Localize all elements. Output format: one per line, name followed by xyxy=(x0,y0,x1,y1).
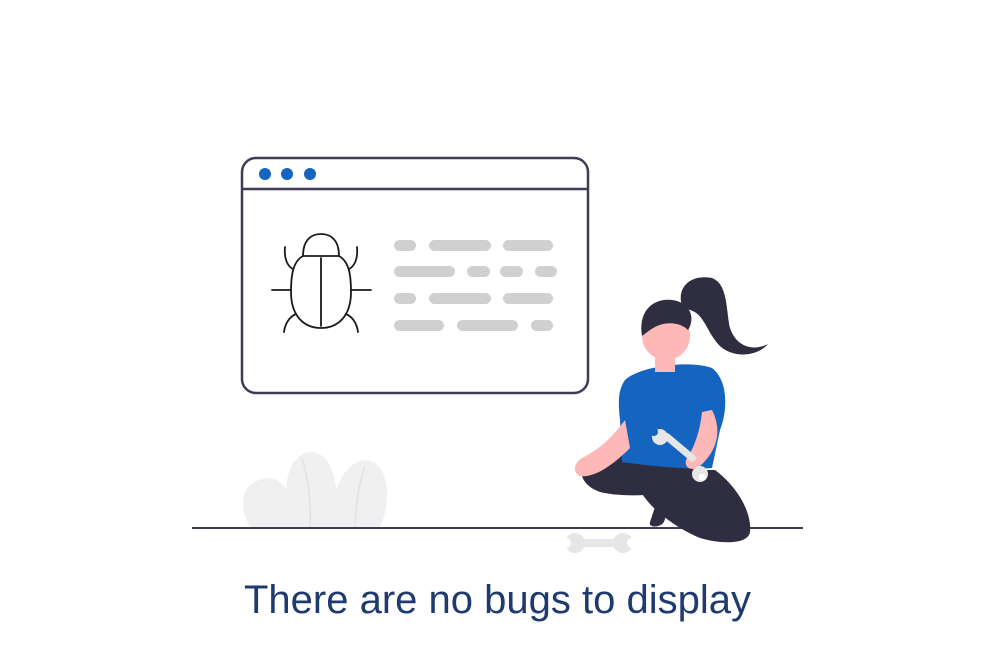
window-dot-3 xyxy=(304,168,316,180)
window-dot-2 xyxy=(281,168,293,180)
person-illustration xyxy=(574,277,768,543)
wrench-icon xyxy=(561,533,637,553)
browser-window-icon xyxy=(240,156,590,395)
empty-state-message: There are no bugs to display xyxy=(244,578,751,622)
window-dot-1 xyxy=(259,168,271,180)
plant-illustration xyxy=(242,452,388,529)
empty-state-illustration xyxy=(192,156,803,553)
